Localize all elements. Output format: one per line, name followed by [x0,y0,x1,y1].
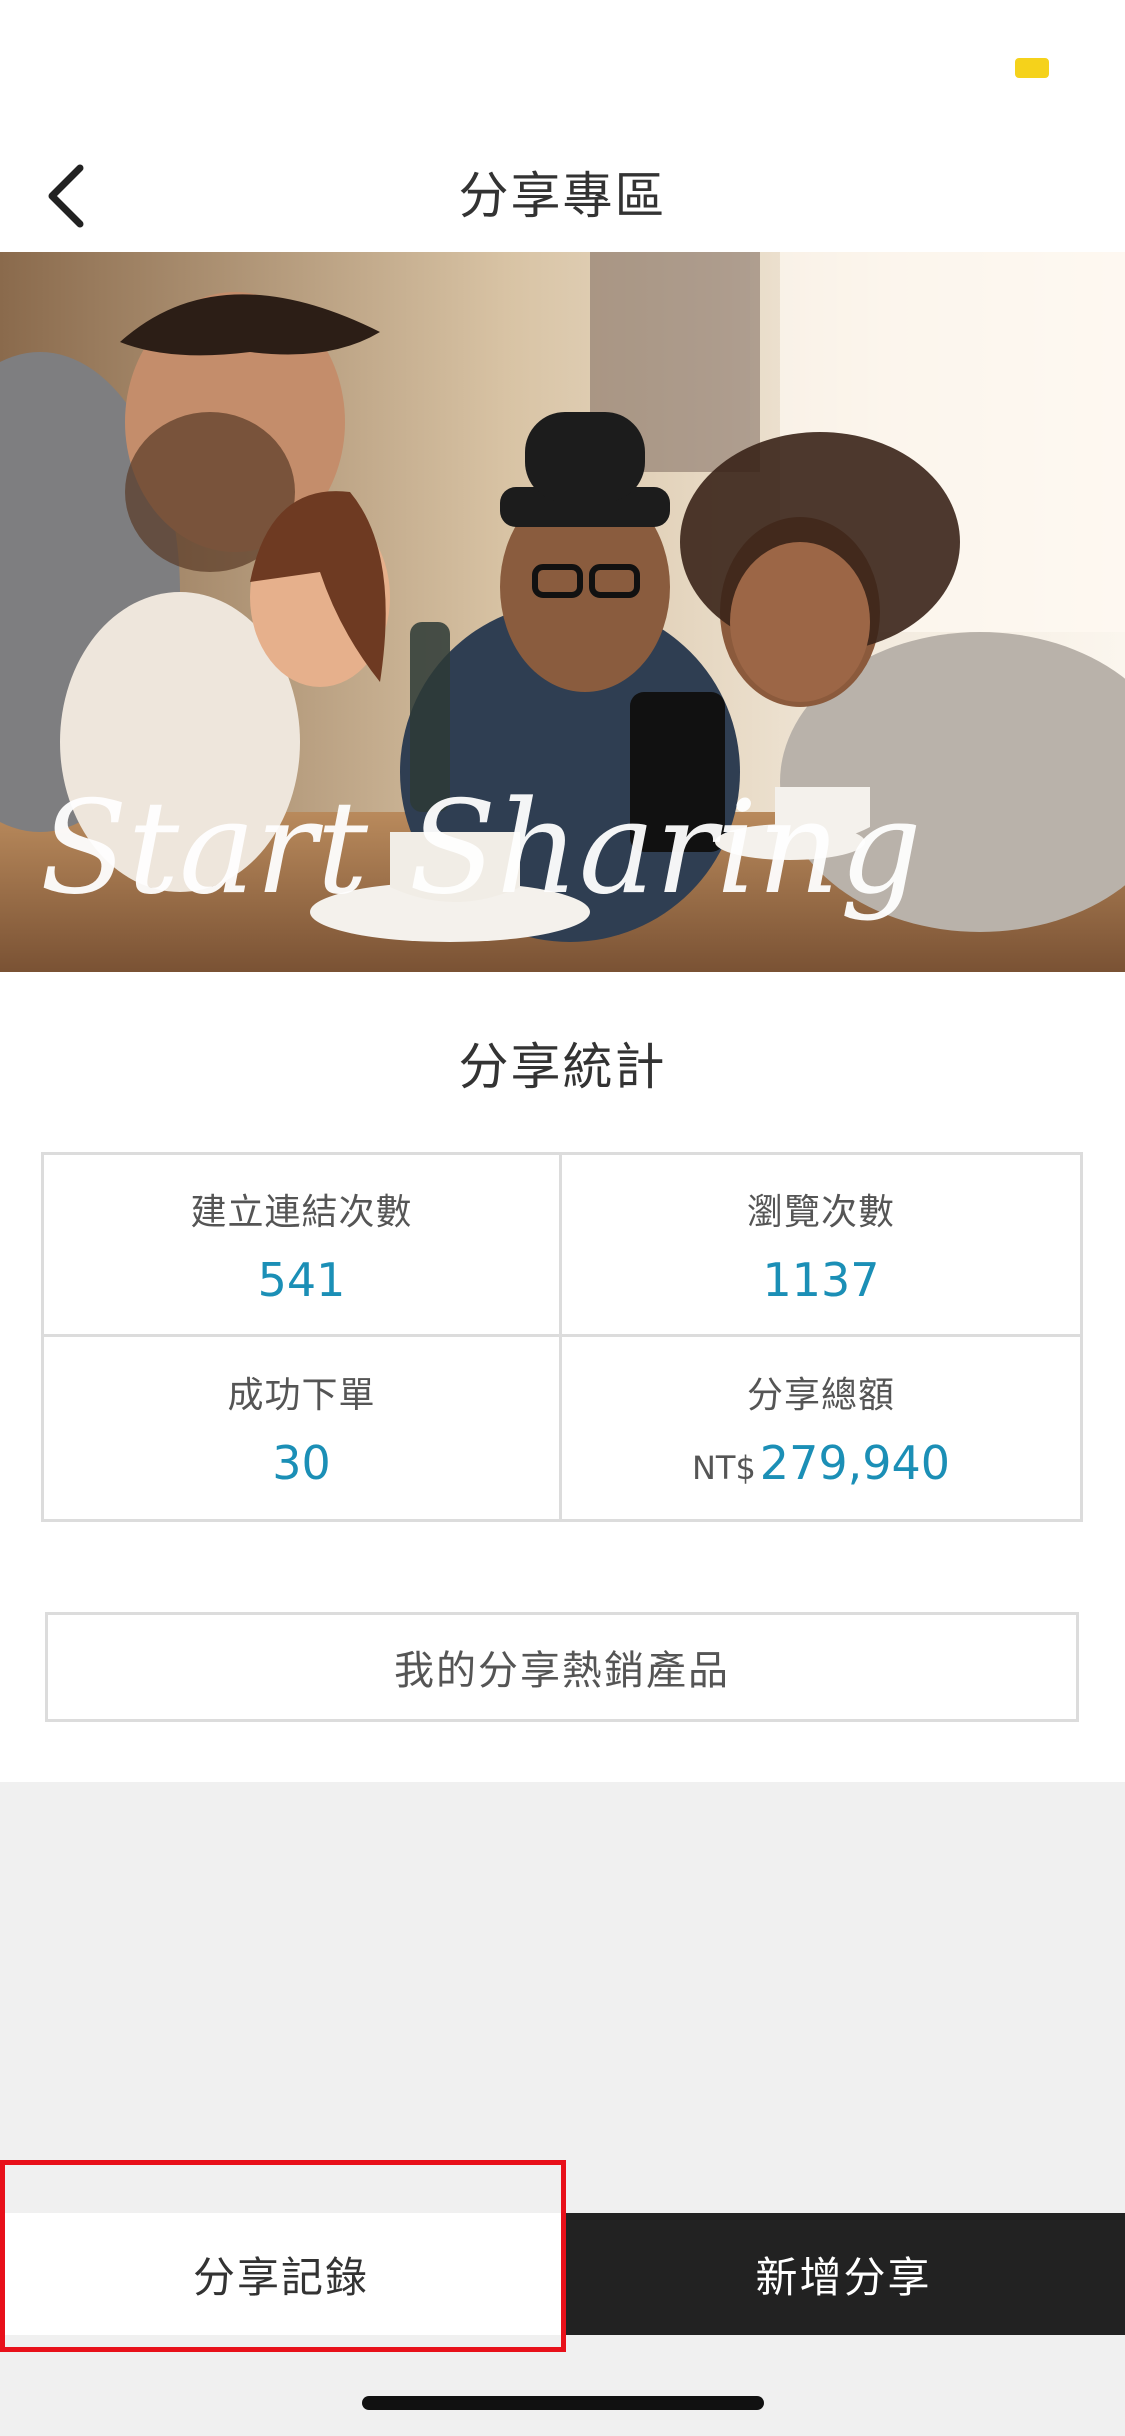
stat-link-count: 建立連結次數 541 [44,1155,562,1337]
status-bar [0,0,1125,140]
page-title: 分享專區 [458,167,667,225]
stat-view-count: 瀏覽次數 1137 [562,1155,1080,1337]
stats-title: 分享統計 [458,1038,667,1096]
home-indicator [362,2396,764,2410]
stat-value: 279,940 [759,1436,951,1490]
share-records-button[interactable]: 分享記錄 [0,2213,562,2335]
stat-label: 建立連結次數 [190,1191,413,1233]
bottom-bar: 分享記錄 新增分享 [0,2213,1125,2335]
stat-orders: 成功下單 30 [44,1337,562,1519]
add-share-button[interactable]: 新增分享 [562,2213,1125,2335]
nav-bar: 分享專區 [0,140,1125,252]
hero-image: Start Sharing [0,252,1125,972]
stat-total-amount: 分享總額 NT$ 279,940 [562,1337,1080,1519]
hot-products-button[interactable]: 我的分享熱銷產品 [45,1612,1079,1722]
hero-caption: Start Sharing [40,774,922,923]
stat-value: 30 [272,1436,331,1490]
stat-label: 瀏覽次數 [746,1191,895,1233]
battery-icon [1015,58,1049,78]
stat-label: 分享總額 [746,1375,895,1416]
stats-section: 分享統計 建立連結次數 541 瀏覽次數 1137 成功下單 30 分享總額 N… [0,972,1125,1782]
stats-grid: 建立連結次數 541 瀏覽次數 1137 成功下單 30 分享總額 NT$ 27… [41,1152,1083,1522]
stat-label: 成功下單 [227,1375,376,1416]
stat-value: 541 [257,1252,346,1307]
currency-prefix: NT$ [691,1449,756,1487]
stat-value: 1137 [762,1252,880,1307]
